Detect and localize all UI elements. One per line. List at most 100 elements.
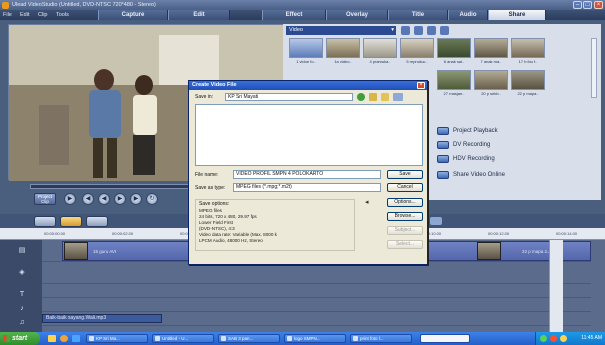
folder-icon (287, 336, 292, 341)
tray-icon[interactable] (560, 335, 567, 342)
library-thumb-1[interactable] (289, 38, 323, 58)
library-thumb-9[interactable] (474, 70, 508, 90)
repeat-button[interactable]: ↻ (146, 193, 158, 205)
options-button[interactable]: Options... (387, 198, 423, 207)
library-scrollbar[interactable] (591, 38, 597, 98)
clock: 11:45 AM (581, 335, 602, 341)
audio-clip[interactable]: Baik-baik sayang.Wali.mp3 (42, 314, 162, 323)
library-thumb-8[interactable] (437, 70, 471, 90)
system-tray: 11:45 AM (535, 332, 605, 345)
tray-icon[interactable] (540, 335, 547, 342)
audio-view-button[interactable] (86, 216, 108, 227)
tray-icon[interactable] (550, 335, 557, 342)
close-button[interactable]: × (594, 1, 603, 9)
taskbar-item-label: SAB 3 pan... (228, 336, 254, 341)
minimize-button[interactable]: – (573, 1, 582, 9)
dialog-close-button[interactable]: × (417, 82, 425, 89)
step-title[interactable]: Title (388, 10, 448, 20)
maximize-button[interactable]: □ (583, 1, 592, 9)
zoom-icon[interactable] (430, 217, 442, 225)
view-menu-icon[interactable] (393, 93, 403, 101)
library-thumb-7[interactable] (511, 38, 545, 58)
step-overlay[interactable]: Overlay (326, 10, 388, 20)
menu-tools[interactable]: Tools (56, 10, 69, 20)
share-video-online-label: Share Video Online (453, 172, 505, 178)
taskbar-item-label: Untitled - U... (162, 336, 189, 341)
quicklaunch-icon[interactable] (48, 335, 56, 342)
step-audio[interactable]: Audio (448, 10, 488, 20)
library-thumb-2[interactable] (326, 38, 360, 58)
hdv-recording-item[interactable]: HDV Recording (437, 153, 495, 165)
home-button[interactable]: ◀ (82, 193, 94, 205)
menu-clip[interactable]: Clip (38, 10, 47, 20)
library-thumb-label: 1 vidoe fo.. (296, 59, 316, 64)
overlay-track (42, 262, 591, 284)
up-folder-icon[interactable] (369, 93, 377, 101)
select-button[interactable]: Select... (387, 240, 423, 249)
library-thumb-6[interactable] (474, 38, 508, 58)
play-button[interactable]: ▶ (64, 193, 76, 205)
view-icon[interactable] (427, 26, 436, 35)
quicklaunch-icon[interactable] (60, 335, 68, 342)
menu-edit[interactable]: Edit (20, 10, 29, 20)
project-playback-icon (437, 127, 449, 135)
quicklaunch-icon[interactable] (72, 335, 80, 342)
library-thumb-3[interactable] (363, 38, 397, 58)
save-as-type-dropdown[interactable]: MPEG files (*.mpg;*.m2t) (233, 183, 381, 192)
app-icon (155, 336, 160, 341)
library-thumb-4[interactable] (400, 38, 434, 58)
end-button[interactable]: ▶ (130, 193, 142, 205)
timeline-clip[interactable]: 22 p mapa 2.AVI (426, 241, 591, 261)
menu-bar: File Edit Clip Tools Capture Edit Effect… (0, 10, 605, 20)
save-in-dropdown[interactable]: KP Sri Mayati (225, 93, 353, 101)
file-list[interactable] (195, 104, 423, 166)
taskbar-item[interactable]: SAB 3 pan... (218, 334, 280, 343)
step-effect[interactable]: Effect (262, 10, 326, 20)
options-icon[interactable] (440, 26, 449, 35)
taskbar-toolbar[interactable] (420, 334, 470, 343)
taskbar-item-label: logo SMPN... (294, 336, 321, 341)
library-thumb-10[interactable] (511, 70, 545, 90)
ruler-tick: 00:00:00.00 (44, 231, 66, 236)
share-video-online-item[interactable]: Share Video Online (437, 169, 505, 181)
previous-frame-button[interactable]: ◀ (98, 193, 110, 205)
browse-button[interactable]: Browse... (387, 212, 423, 221)
back-icon[interactable] (357, 93, 365, 101)
cancel-button[interactable]: Cancel (387, 183, 423, 192)
taskbar-item-label: KP Sri Ma... (96, 336, 120, 341)
windows-logo-icon (3, 335, 10, 342)
taskbar-item[interactable]: print foto l... (350, 334, 412, 343)
folder-icon[interactable] (401, 26, 410, 35)
storyboard-view-button[interactable] (34, 216, 56, 227)
step-share[interactable]: Share (488, 10, 546, 20)
project-clip-toggle[interactable]: Project Clip (34, 193, 56, 205)
next-frame-button[interactable]: ▶ (114, 193, 126, 205)
speaker-icon[interactable]: ◂ (365, 199, 375, 207)
option-line: LPCM Audio, 48000 Hz, Stereo (199, 238, 263, 243)
start-button[interactable]: start (0, 332, 40, 345)
menu-file[interactable]: File (3, 10, 12, 20)
library-category-value: Video (289, 27, 303, 33)
app-logo-icon (2, 1, 9, 9)
taskbar-item[interactable]: logo SMPN... (284, 334, 346, 343)
library-thumb-5[interactable] (437, 38, 471, 58)
folder-icon (89, 336, 94, 341)
taskbar-item[interactable]: KP Sri Ma... (86, 334, 148, 343)
new-folder-icon[interactable] (381, 93, 389, 101)
taskbar-item[interactable]: Untitled - U... (152, 334, 214, 343)
library-category-dropdown[interactable]: Video ▾ (286, 26, 396, 35)
project-playback-item[interactable]: Project Playback (437, 125, 498, 137)
step-capture[interactable]: Capture (98, 10, 168, 20)
save-options-group: Save options: MPEG files 24 bits, 720 x … (195, 199, 355, 251)
import-icon[interactable] (414, 26, 423, 35)
library-thumb-label: 22 p mapa.. (517, 91, 539, 96)
save-button[interactable]: Save (387, 170, 423, 179)
subject-button[interactable]: Subject... (387, 226, 423, 235)
step-edit[interactable]: Edit (168, 10, 230, 20)
timeline-scrollbar[interactable] (549, 240, 563, 332)
file-name-input[interactable]: VIDEO PROFIL SMPN 4 POLOKARTO (233, 170, 381, 179)
timeline-view-button[interactable] (60, 216, 82, 227)
ruler-tick: 00:00:14.00 (556, 231, 578, 236)
dv-recording-item[interactable]: DV Recording (437, 139, 490, 151)
window-title: Ulead VideoStudio (Untitled, DVD-NTSC 72… (12, 2, 156, 8)
